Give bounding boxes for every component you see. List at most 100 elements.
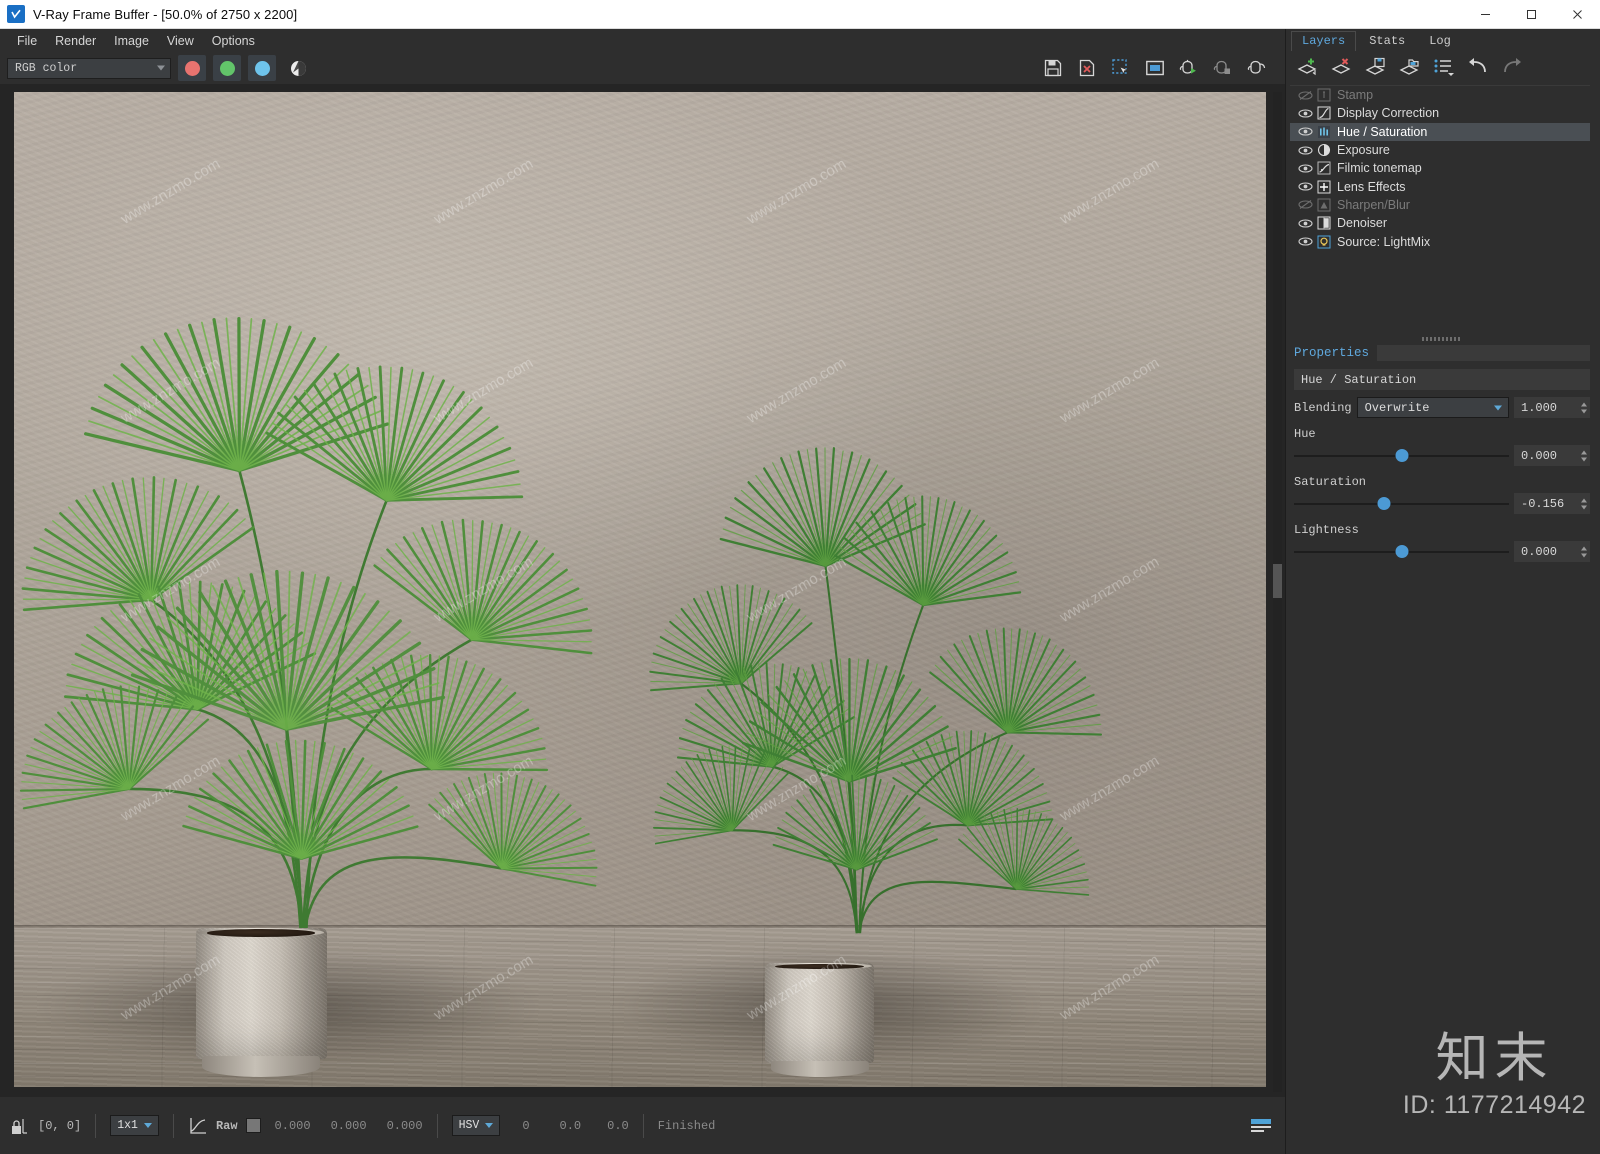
eye-visible-icon[interactable] [1294,236,1316,247]
green-channel-button[interactable] [213,55,241,81]
status-separator [172,1113,174,1138]
alpha-channel-button[interactable] [285,55,311,81]
menu-view[interactable]: View [158,31,203,51]
sample-size-select[interactable]: 1x1 [110,1115,159,1136]
load-layers-button[interactable] [1398,55,1422,79]
layer-row[interactable]: Denoiser [1290,214,1590,232]
menu-image[interactable]: Image [105,31,158,51]
menu-file[interactable]: File [8,31,46,51]
spinner-arrows-icon[interactable] [1581,498,1587,509]
pot-right [765,962,875,1078]
hue-slider[interactable] [1294,445,1509,466]
panel-splitter[interactable] [1294,335,1588,343]
layer-name-field[interactable]: Hue / Saturation [1294,369,1590,390]
spinner-arrows-icon[interactable] [1581,450,1587,461]
pixel-lock-icon[interactable] [10,1116,28,1136]
canvas-vertical-scrollbar[interactable] [1273,92,1282,1092]
spinner-arrows-icon[interactable] [1581,402,1587,413]
teapot-play-icon [1179,59,1196,74]
undo-button[interactable] [1466,55,1490,79]
watermark-logo: 知末 [1435,1028,1554,1089]
menu-options[interactable]: Options [203,31,264,51]
blending-select[interactable]: Overwrite [1356,397,1509,418]
denoiser-icon [1316,216,1331,231]
lightness-slider-knob[interactable] [1395,545,1408,558]
list-menu-icon [1434,59,1454,76]
maximize-button[interactable] [1508,0,1554,29]
tab-layers[interactable]: Layers [1291,31,1357,51]
pot-left-body [195,927,328,1060]
add-layer-button[interactable] [1296,55,1320,79]
window-title: V-Ray Frame Buffer - [50.0% of 2750 x 22… [33,6,298,22]
layer-row[interactable]: Filmic tonemap [1290,159,1590,177]
tab-log[interactable]: Log [1418,31,1462,51]
layer-list[interactable]: Stamp Display Correction Hue / Saturatio… [1290,85,1590,325]
layer-name: Display Correction [1337,106,1440,121]
red-channel-button[interactable] [178,55,206,81]
saturation-slider-knob[interactable] [1377,497,1391,510]
image-canvas-area[interactable]: www.znzmo.com www.znzmo.com www.znzmo.co… [0,84,1285,1097]
blending-amount-input[interactable]: 1.000 [1514,397,1590,418]
lightness-slider[interactable] [1294,541,1509,562]
spinner-arrows-icon[interactable] [1581,546,1587,557]
lightness-label: Lightness [1294,523,1359,537]
clear-image-button[interactable] [1073,55,1101,81]
eye-hidden-icon[interactable] [1294,90,1316,101]
hsv-value-h: 0 [522,1118,530,1133]
saturation-slider-row: -0.156 [1294,493,1590,514]
region-render-button[interactable] [1107,55,1135,81]
sample-size-value: 1x1 [117,1119,138,1132]
stop-render-button[interactable] [1209,55,1237,81]
layer-row[interactable]: Exposure [1290,141,1590,159]
blue-channel-button[interactable] [248,55,276,81]
eye-visible-icon[interactable] [1294,108,1316,119]
close-button[interactable] [1554,0,1600,29]
right-panel: Layers Stats Log Stamp Display Correctio… [1285,29,1600,1154]
lightness-value-input[interactable]: 0.000 [1514,541,1590,562]
layer-row[interactable]: Display Correction [1290,104,1590,122]
layer-row[interactable]: Source: LightMix [1290,232,1590,250]
eye-visible-icon[interactable] [1294,145,1316,156]
eye-visible-icon[interactable] [1294,218,1316,229]
raw-value-g: 0.000 [330,1118,367,1133]
layer-row[interactable]: Lens Effects [1290,177,1590,195]
redo-button[interactable] [1500,55,1524,79]
save-image-button[interactable] [1039,55,1067,81]
histogram-icon[interactable] [1250,1117,1272,1135]
menu-render[interactable]: Render [46,31,105,51]
tab-stats[interactable]: Stats [1358,31,1416,51]
eye-visible-icon[interactable] [1294,126,1316,137]
eye-visible-icon[interactable] [1294,163,1316,174]
layer-name: Sharpen/Blur [1337,197,1410,212]
stamp-icon [1316,88,1331,103]
hue-value: 0.000 [1521,448,1558,463]
save-icon [1044,59,1062,77]
pot-right-base [770,1061,869,1078]
layer-row[interactable]: Sharpen/Blur [1290,196,1590,214]
blending-row: Blending Overwrite 1.000 [1294,397,1590,418]
layer-row[interactable]: Stamp [1290,86,1590,104]
minimize-button[interactable] [1462,0,1508,29]
layer-row[interactable]: Hue / Saturation [1290,122,1590,141]
color-mode-select[interactable]: HSV [451,1115,501,1136]
resume-render-button[interactable] [1243,55,1271,81]
delete-layer-button[interactable] [1330,55,1354,79]
start-render-button[interactable] [1175,55,1203,81]
title-bar: V-Ray Frame Buffer - [50.0% of 2750 x 22… [0,0,1600,29]
channel-select[interactable]: RGB color [7,57,171,79]
eye-visible-icon[interactable] [1294,181,1316,192]
saturation-value-input[interactable]: -0.156 [1514,493,1590,514]
hue-slider-knob[interactable] [1395,449,1408,462]
save-layers-button[interactable] [1364,55,1388,79]
hue-value-input[interactable]: 0.000 [1514,445,1590,466]
blending-value: Overwrite [1364,400,1430,415]
rendered-image[interactable]: www.znzmo.com www.znzmo.com www.znzmo.co… [14,92,1266,1087]
scrollbar-thumb[interactable] [1273,564,1282,598]
layer-presets-button[interactable] [1432,55,1456,79]
saturation-slider[interactable] [1294,493,1509,514]
saturation-value: -0.156 [1521,496,1565,511]
curve-icon[interactable] [188,1116,208,1136]
layer-add-icon [1297,58,1317,76]
eye-hidden-icon[interactable] [1294,199,1316,210]
fit-to-window-button[interactable] [1141,55,1169,81]
